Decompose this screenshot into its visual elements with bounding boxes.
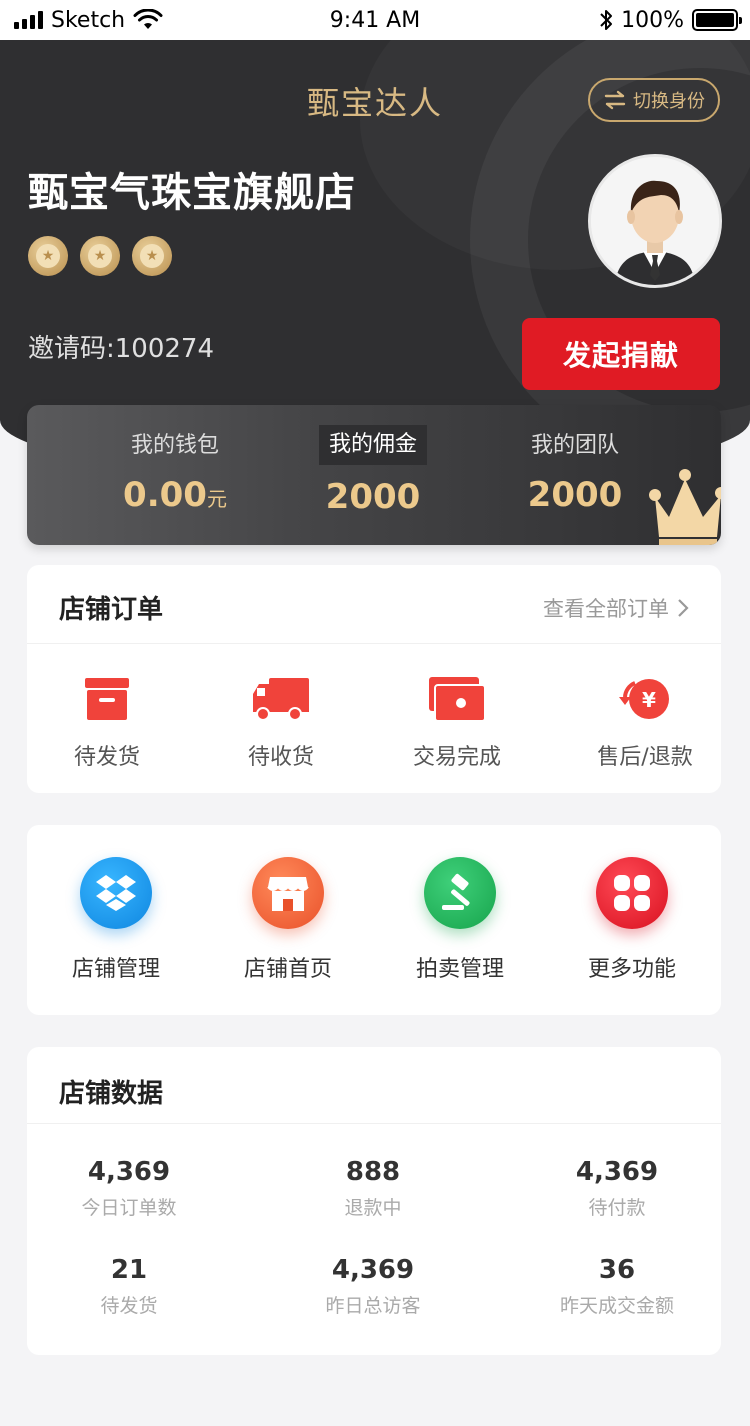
view-all-orders-label: 查看全部订单 bbox=[543, 597, 669, 621]
order-pending-receipt[interactable]: 待收货 bbox=[201, 673, 361, 771]
medal-icon: ★ bbox=[80, 236, 120, 276]
medal-icon: ★ bbox=[132, 236, 172, 276]
function-label: 店铺首页 bbox=[243, 957, 332, 982]
divider bbox=[27, 643, 721, 644]
medal-icon: ★ bbox=[28, 236, 68, 276]
order-refund[interactable]: ¥ 售后/退款 bbox=[565, 673, 725, 771]
data-value: 21 bbox=[110, 1255, 148, 1285]
order-pending-shipment[interactable]: 待发货 bbox=[27, 673, 187, 771]
wallet-icon bbox=[429, 677, 486, 722]
data-value: 4,369 bbox=[575, 1157, 659, 1187]
box-icon bbox=[85, 678, 129, 720]
donate-button[interactable]: 发起捐献 bbox=[522, 318, 720, 390]
team-value: 2000 bbox=[527, 475, 623, 515]
carrier-name: Sketch bbox=[51, 7, 126, 33]
signal-icon bbox=[14, 11, 43, 29]
store-orders-card: 店铺订单 查看全部订单 待发货 待收货 交易完成 ¥ 售后/退款 bbox=[27, 565, 721, 793]
data-label: 待发货 bbox=[100, 1295, 158, 1317]
wallet-stat[interactable]: 我的钱包 0.00元 bbox=[75, 429, 275, 515]
data-value: 4,369 bbox=[331, 1255, 415, 1285]
invite-code: 邀请码:100274 bbox=[28, 334, 215, 364]
avatar[interactable] bbox=[588, 154, 722, 288]
auction-management-button[interactable]: 拍卖管理 bbox=[375, 857, 545, 983]
wallet-label: 我的钱包 bbox=[130, 433, 219, 458]
data-label: 昨天成交金额 bbox=[559, 1295, 674, 1317]
order-label: 交易完成 bbox=[412, 745, 501, 770]
crown-icon bbox=[649, 469, 721, 545]
truck-icon bbox=[253, 678, 309, 721]
svg-text:¥: ¥ bbox=[642, 688, 656, 712]
order-completed[interactable]: 交易完成 bbox=[377, 673, 537, 771]
avatar-person-icon bbox=[591, 157, 719, 285]
data-value: 888 bbox=[345, 1157, 401, 1187]
stats-card: 我的钱包 0.00元 我的佣金 2000 我的团队 2000 bbox=[27, 405, 721, 545]
function-label: 更多功能 bbox=[587, 957, 676, 982]
store-data-card: 店铺数据 4,369 今日订单数 888 退款中 4,369 待付款 21 待发… bbox=[27, 1047, 721, 1355]
status-left: Sketch bbox=[14, 8, 163, 33]
data-cell-yesterday-visitors[interactable]: 4,369 昨日总访客 bbox=[263, 1255, 483, 1318]
data-label: 昨日总访客 bbox=[325, 1295, 421, 1317]
wallet-value: 0.00 bbox=[123, 475, 207, 515]
store-management-button[interactable]: 店铺管理 bbox=[31, 857, 201, 983]
swap-icon bbox=[604, 90, 626, 110]
status-bar: Sketch 9:41 AM 100% bbox=[0, 0, 750, 40]
bluetooth-icon bbox=[600, 10, 613, 30]
order-label: 待收货 bbox=[247, 745, 314, 770]
switch-identity-button[interactable]: 切换身份 bbox=[588, 78, 720, 122]
battery-percent: 100% bbox=[621, 7, 684, 33]
data-cell-refunding[interactable]: 888 退款中 bbox=[263, 1157, 483, 1220]
view-all-orders-link[interactable]: 查看全部订单 bbox=[543, 593, 689, 623]
status-right: 100% bbox=[599, 7, 742, 33]
data-label: 待付款 bbox=[588, 1197, 646, 1219]
functions-card: 店铺管理 店铺首页 拍卖管理 更多功能 bbox=[27, 825, 721, 1015]
store-name: 甄宝气珠宝旗舰店 bbox=[28, 170, 356, 216]
data-cell-pending-shipment[interactable]: 21 待发货 bbox=[19, 1255, 239, 1318]
switch-identity-label: 切换身份 bbox=[633, 91, 705, 112]
commission-value: 2000 bbox=[325, 477, 421, 517]
storefront-icon bbox=[252, 857, 324, 929]
battery-icon bbox=[692, 9, 742, 31]
refund-icon: ¥ bbox=[619, 679, 669, 719]
more-functions-button[interactable]: 更多功能 bbox=[547, 857, 717, 983]
data-label: 退款中 bbox=[344, 1197, 402, 1219]
orders-title: 店铺订单 bbox=[59, 595, 164, 625]
wallet-value-row: 0.00元 bbox=[75, 475, 275, 515]
dropbox-icon bbox=[80, 857, 152, 929]
commission-stat[interactable]: 我的佣金 2000 bbox=[273, 425, 473, 517]
divider bbox=[27, 1123, 721, 1124]
data-value: 4,369 bbox=[87, 1157, 171, 1187]
grid-icon bbox=[596, 857, 668, 929]
data-value: 36 bbox=[598, 1255, 636, 1285]
order-label: 售后/退款 bbox=[597, 745, 693, 770]
team-stat[interactable]: 我的团队 2000 bbox=[475, 429, 675, 515]
gavel-icon bbox=[424, 857, 496, 929]
chevron-right-icon bbox=[678, 599, 689, 617]
data-cell-pending-payment[interactable]: 4,369 待付款 bbox=[507, 1157, 727, 1220]
commission-label: 我的佣金 bbox=[318, 425, 427, 465]
data-label: 今日订单数 bbox=[81, 1197, 177, 1219]
store-data-title: 店铺数据 bbox=[59, 1079, 164, 1109]
wifi-icon bbox=[133, 9, 163, 29]
wallet-unit: 元 bbox=[206, 487, 227, 511]
order-label: 待发货 bbox=[73, 745, 140, 770]
data-cell-yesterday-amount[interactable]: 36 昨天成交金额 bbox=[507, 1255, 727, 1318]
function-label: 店铺管理 bbox=[71, 957, 160, 982]
store-homepage-button[interactable]: 店铺首页 bbox=[203, 857, 373, 983]
data-cell-today-orders[interactable]: 4,369 今日订单数 bbox=[19, 1157, 239, 1220]
function-label: 拍卖管理 bbox=[415, 957, 504, 982]
medal-row: ★ ★ ★ bbox=[28, 236, 172, 276]
team-label: 我的团队 bbox=[530, 433, 619, 458]
